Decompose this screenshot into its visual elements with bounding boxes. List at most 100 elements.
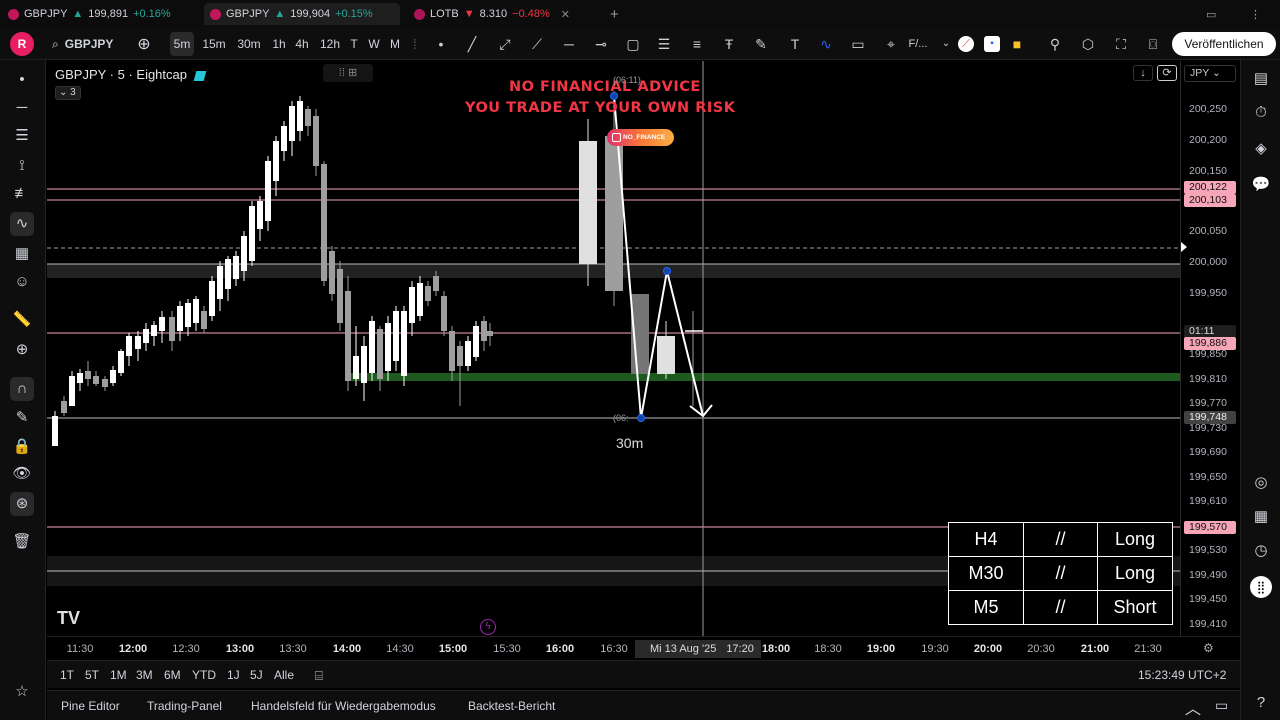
- path-tool-icon[interactable]: ∿: [818, 36, 834, 52]
- table-icon[interactable]: ▦: [10, 242, 34, 266]
- interval-5m[interactable]: 5m: [170, 32, 194, 56]
- text-icon[interactable]: T: [787, 36, 803, 52]
- range-5d[interactable]: 5T: [85, 668, 99, 682]
- parallel-channel-icon[interactable]: ☰: [656, 36, 672, 52]
- snapshot-icon[interactable]: ⌼: [1145, 36, 1161, 52]
- info-line-icon[interactable]: ⟋: [529, 36, 545, 52]
- chat-icon[interactable]: 💬: [1250, 174, 1272, 196]
- symbol-search[interactable]: ⌕ GBPJPY: [52, 32, 124, 56]
- range-5y[interactable]: 5J: [250, 668, 263, 682]
- lock-drawing-icon[interactable]: ✎: [10, 406, 34, 430]
- range-1y[interactable]: 1J: [227, 668, 240, 682]
- trash-icon[interactable]: 🗑: [10, 530, 34, 554]
- pattern-icon[interactable]: ⟟: [10, 154, 34, 178]
- range-6m[interactable]: 6M: [164, 668, 181, 682]
- globe-icon[interactable]: ⊛: [10, 492, 34, 516]
- pin-icon[interactable]: ⌖: [883, 36, 899, 52]
- indicators-collapse-button[interactable]: ⌄ 3: [55, 86, 81, 100]
- indicator-red-icon[interactable]: ⟋: [958, 36, 974, 52]
- lightning-icon[interactable]: ϟ: [480, 619, 496, 635]
- lock-icon[interactable]: 🔒: [10, 435, 34, 459]
- publish-button[interactable]: Veröffentlichen: [1172, 32, 1276, 56]
- interval-month[interactable]: M: [388, 32, 402, 56]
- fullscreen-icon[interactable]: ⛶: [1113, 36, 1129, 52]
- apps-grid-icon[interactable]: ⣿: [1250, 576, 1272, 598]
- replay-icon[interactable]: ⬡: [1080, 36, 1096, 52]
- indicator-yellow-icon[interactable]: ■: [1009, 36, 1025, 52]
- new-tab-icon[interactable]: +: [610, 3, 624, 25]
- target-icon[interactable]: ◎: [1250, 472, 1272, 494]
- range-1d[interactable]: 1T: [60, 668, 74, 682]
- dot-cursor-icon[interactable]: •: [10, 68, 34, 92]
- chart-symbol-title[interactable]: GBPJPY · 5 · Eightcap: [55, 67, 207, 82]
- interval-15m[interactable]: 15m: [200, 32, 228, 56]
- horizontal-line-icon[interactable]: ─: [561, 36, 577, 52]
- timer-bottom-label: (06:: [613, 413, 629, 423]
- text-tool-icon[interactable]: Ŧ: [721, 36, 737, 52]
- template-dropdown[interactable]: F/...: [906, 32, 930, 56]
- trend-line-icon[interactable]: ─: [10, 96, 34, 120]
- tab-lotb[interactable]: LOTB ▼ 8.310 −0.48% ✕: [410, 3, 606, 25]
- interval-1h[interactable]: 1h: [270, 32, 288, 56]
- rectangle-icon[interactable]: ▢: [625, 36, 641, 52]
- trend-line-icon[interactable]: ╱: [464, 36, 480, 52]
- clock-label[interactable]: 15:23:49 UTC+2: [1138, 668, 1226, 682]
- auto-scale-icon[interactable]: ⟳: [1157, 65, 1177, 81]
- alerts-clock-icon[interactable]: ⏱: [1250, 102, 1272, 124]
- dot-cursor-icon[interactable]: •: [433, 36, 449, 52]
- maximize-icon[interactable]: ▭: [1215, 697, 1228, 714]
- emoji-icon[interactable]: ☺: [10, 270, 34, 294]
- tab-gbpjpy-1[interactable]: GBPJPY ▲ 199,891 +0.16%: [8, 3, 198, 25]
- more-icon[interactable]: ⋮: [1250, 3, 1266, 25]
- date-range-calendar-icon[interactable]: ⌸: [315, 668, 323, 684]
- tab-trading-panel[interactable]: Trading-Panel: [147, 699, 222, 713]
- layout-icon[interactable]: ▭: [1206, 3, 1226, 25]
- interval-4h[interactable]: 4h: [293, 32, 311, 56]
- tab-backtest-report[interactable]: Backtest-Bericht: [468, 699, 555, 713]
- zoom-icon[interactable]: ⊕: [10, 338, 34, 362]
- axis-settings-icon[interactable]: ⚙: [1203, 641, 1214, 655]
- layers-icon[interactable]: ◈: [1250, 138, 1272, 160]
- chevron-up-icon[interactable]: ︿: [1185, 695, 1201, 719]
- tab-pine-editor[interactable]: Pine Editor: [61, 699, 120, 713]
- ruler-icon[interactable]: 📏: [10, 308, 34, 332]
- range-all[interactable]: Alle: [274, 668, 294, 682]
- scroll-down-icon[interactable]: ↓: [1133, 65, 1153, 81]
- drag-handle-icon[interactable]: ⁞: [407, 36, 423, 52]
- price-axis[interactable]: ↓ ⟳ JPY ⌄ 200,250 200,200 200,150 200,050 20…: [1133, 61, 1239, 636]
- indicator-blue-icon[interactable]: ▪: [984, 36, 1000, 52]
- user-avatar[interactable]: R: [10, 32, 34, 56]
- compare-add-icon[interactable]: ⊕: [134, 32, 154, 56]
- callout-icon[interactable]: ▭: [850, 36, 866, 52]
- fib-retracement-icon[interactable]: ≡: [689, 36, 705, 52]
- calendar-icon[interactable]: ▦: [1250, 506, 1272, 528]
- prediction-icon[interactable]: ≢: [10, 182, 34, 206]
- range-1m[interactable]: 1M: [110, 668, 127, 682]
- magnet-icon[interactable]: ∩: [10, 377, 34, 401]
- time-axis[interactable]: ⚙ 11:30 12:00 12:30 13:00 13:30 14:00 14:30 15:…: [47, 636, 1240, 660]
- path-icon[interactable]: ∿: [10, 212, 34, 236]
- interval-12h[interactable]: 12h: [318, 32, 342, 56]
- brush-icon[interactable]: ✎: [753, 36, 769, 52]
- help-icon[interactable]: ?: [1250, 692, 1272, 714]
- alert-icon[interactable]: ⚲: [1047, 36, 1063, 52]
- range-3m[interactable]: 3M: [136, 668, 153, 682]
- ray-icon[interactable]: ⤢: [497, 36, 513, 52]
- currency-select[interactable]: JPY ⌄: [1184, 65, 1236, 82]
- chevron-down-icon[interactable]: ⌄: [938, 36, 954, 52]
- interval-week[interactable]: W: [367, 32, 381, 56]
- object-tree-icon[interactable]: ⁞⁞ ⊞: [323, 64, 373, 82]
- range-ytd[interactable]: YTD: [192, 668, 216, 682]
- visibility-icon[interactable]: 👁: [10, 462, 34, 486]
- favorites-star-icon[interactable]: ☆: [10, 680, 34, 704]
- watchlist-icon[interactable]: ▤: [1250, 68, 1272, 90]
- tab-replay-trading[interactable]: Handelsfeld für Wiedergabemodus: [251, 699, 436, 713]
- tab-gbpjpy-2[interactable]: GBPJPY ▲ 199,904 +0.15%: [204, 3, 400, 25]
- close-tab-icon[interactable]: ✕: [561, 8, 570, 21]
- interval-day[interactable]: T: [348, 32, 360, 56]
- notifications-icon[interactable]: ◷: [1250, 540, 1272, 562]
- interval-30m[interactable]: 30m: [234, 32, 264, 56]
- fib-icon[interactable]: ☰: [10, 124, 34, 148]
- chart-pane[interactable]: GBPJPY · 5 · Eightcap ⌄ 3 ⁞⁞ ⊞ NO FINANC…: [47, 61, 1180, 636]
- horizontal-ray-icon[interactable]: ⊸: [593, 36, 609, 52]
